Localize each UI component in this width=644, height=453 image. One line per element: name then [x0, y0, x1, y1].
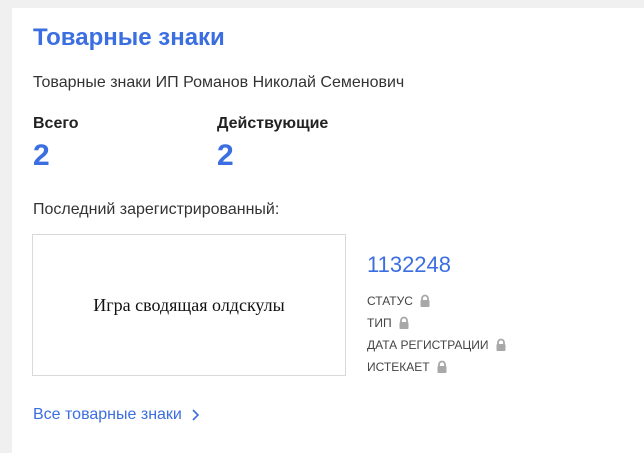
- trademarks-card: Товарные знаки Товарные знаки ИП Романов…: [12, 8, 644, 453]
- trademark-image[interactable]: Игра сводящая олдскулы: [32, 234, 346, 376]
- stat-total-value: 2: [33, 139, 50, 172]
- card-title: Товарные знаки: [33, 24, 225, 51]
- card-subtitle: Товарные знаки ИП Романов Николай Семено…: [33, 74, 405, 91]
- field-expires: ИСТЕКАЕТ: [367, 356, 508, 378]
- stat-active-label: Действующие: [217, 115, 329, 132]
- all-trademarks-link[interactable]: Все товарные знаки: [33, 406, 200, 424]
- stat-total-label: Всего: [33, 115, 79, 132]
- field-expires-label: ИСТЕКАЕТ: [367, 360, 430, 374]
- lock-icon: [420, 294, 430, 307]
- trademark-number-link[interactable]: 1132248: [367, 252, 451, 278]
- field-type: ТИП: [367, 312, 508, 334]
- stat-total: Всего 2: [33, 115, 79, 173]
- field-registration-date: ДАТА РЕГИСТРАЦИИ: [367, 334, 508, 356]
- field-type-label: ТИП: [367, 316, 392, 330]
- trademark-image-text: Игра сводящая олдскулы: [93, 294, 285, 315]
- field-registration-date-label: ДАТА РЕГИСТРАЦИИ: [367, 338, 489, 352]
- last-registered-label: Последний зарегистрированный:: [33, 201, 280, 218]
- lock-icon: [399, 316, 409, 329]
- all-trademarks-label: Все товарные знаки: [33, 406, 182, 423]
- field-status-label: СТАТУС: [367, 294, 413, 308]
- field-status: СТАТУС: [367, 290, 508, 312]
- chevron-right-icon: [192, 409, 200, 421]
- lock-icon: [496, 338, 506, 351]
- trademark-fields: СТАТУС ТИП ДАТА РЕГИСТРАЦИИ ИСТЕКАЕТ: [367, 290, 508, 378]
- lock-icon: [437, 360, 447, 373]
- stat-active: Действующие 2: [217, 115, 328, 173]
- stat-active-value: 2: [217, 139, 234, 172]
